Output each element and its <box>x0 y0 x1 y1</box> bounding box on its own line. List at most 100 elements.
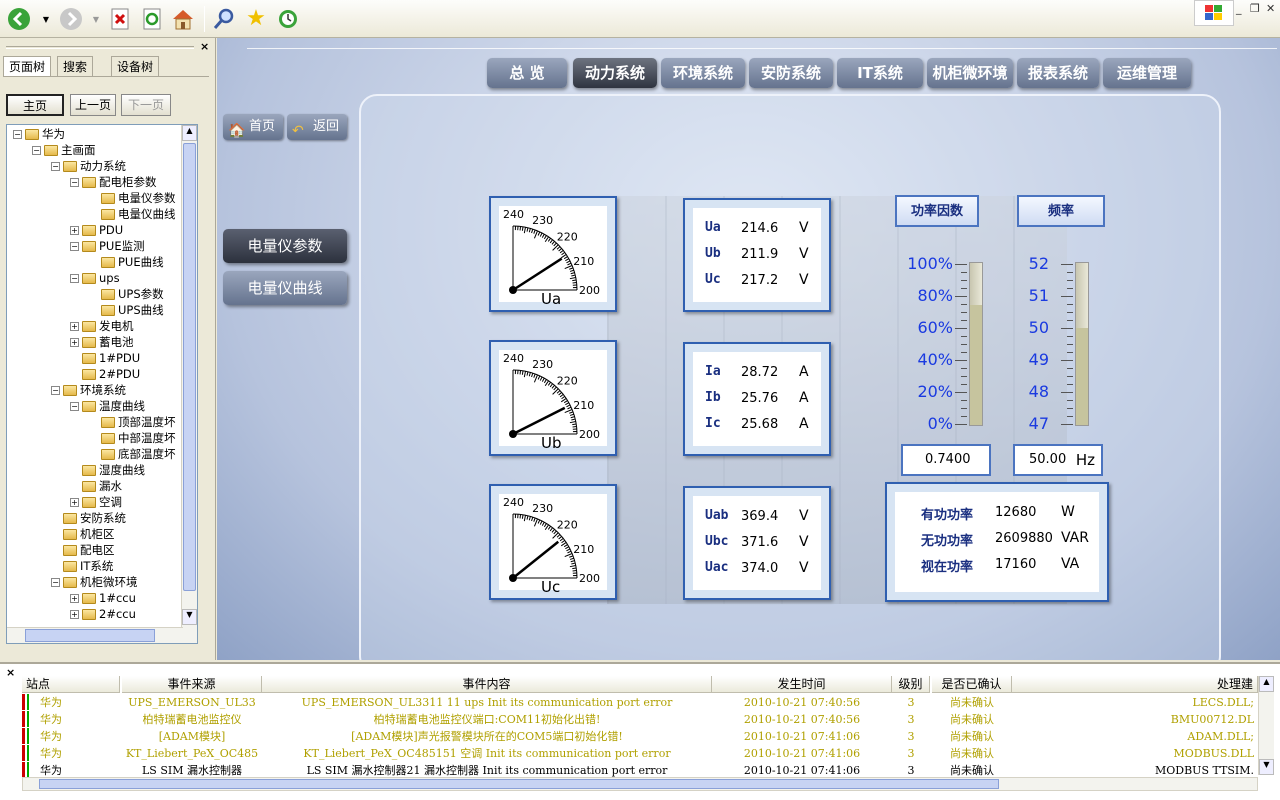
home-button[interactable]: 🏠 首页 <box>223 114 283 140</box>
tab-ops-management[interactable]: 运维管理 <box>1103 58 1191 88</box>
tree-expand-icon[interactable]: + <box>70 593 79 603</box>
tab-page-tree[interactable]: 页面树 <box>3 56 52 76</box>
frequency-button[interactable]: 频率 <box>1017 195 1105 227</box>
tree-node[interactable]: +1#ccu <box>70 590 136 606</box>
tree-node[interactable]: − ups <box>70 270 120 286</box>
tree-expand-icon[interactable]: − <box>32 145 41 155</box>
tree-expand-icon[interactable]: − <box>13 129 22 139</box>
close-icon[interactable]: ✕ <box>1266 2 1275 15</box>
tree-node[interactable]: − 温度曲线 <box>70 398 145 414</box>
event-column-header[interactable]: 事件来源 <box>122 676 262 693</box>
tree-expand-icon[interactable]: + <box>70 225 79 235</box>
tree-expand-icon[interactable]: + <box>70 337 79 347</box>
event-column-header[interactable]: 处理建 <box>1012 676 1258 693</box>
back-button[interactable]: ↶ 返回 <box>287 114 347 140</box>
tree-node-label: 顶部温度坏 <box>118 415 176 429</box>
panel-close-icon[interactable]: × <box>200 40 209 53</box>
event-vertical-scrollbar[interactable]: ▲ ▼ <box>1258 676 1274 775</box>
event-column-header[interactable]: 是否已确认 <box>932 676 1012 693</box>
home-page-button[interactable]: 主页 <box>6 94 64 116</box>
tree-horizontal-scrollbar[interactable] <box>7 627 183 643</box>
tree-expand-icon[interactable]: − <box>70 177 79 187</box>
tree-expand-icon[interactable]: − <box>51 385 60 395</box>
event-log-close-icon[interactable]: × <box>6 666 15 679</box>
tree-node[interactable]: + 空调 <box>70 494 122 510</box>
stop-icon[interactable] <box>107 6 133 32</box>
back-dropdown-icon[interactable]: ▼ <box>40 6 52 32</box>
tab-report-system[interactable]: 报表系统 <box>1017 58 1099 88</box>
search-icon[interactable] <box>211 6 237 32</box>
tab-environment-system[interactable]: 环境系统 <box>661 58 745 88</box>
tree-node[interactable]: − 动力系统 <box>51 158 126 174</box>
tree-expand-icon[interactable]: − <box>51 577 60 587</box>
home-icon[interactable] <box>170 6 196 32</box>
tree-expand-icon[interactable]: + <box>70 497 79 507</box>
forward-dropdown-icon[interactable]: ▼ <box>90 6 102 32</box>
refresh-icon[interactable] <box>139 6 165 32</box>
tab-search[interactable]: 搜索 <box>57 56 94 76</box>
tree-node[interactable]: + 发电机 <box>70 318 134 334</box>
tab-device-tree[interactable]: 设备树 <box>111 56 160 76</box>
tree-node[interactable]: 1#PDU <box>70 350 140 366</box>
tree-node[interactable]: UPS参数 <box>89 286 164 302</box>
side-nav-meter-params[interactable]: 电量仪参数 <box>223 229 347 263</box>
event-column-header[interactable]: 发生时间 <box>712 676 892 693</box>
tree-node[interactable]: IT系统 <box>51 558 113 574</box>
prev-page-button[interactable]: 上一页 <box>70 94 116 116</box>
tree-vertical-scrollbar[interactable]: ▲ ▼ <box>181 125 197 643</box>
event-row[interactable]: 华为 柏特瑞蓄电池监控仪 柏特瑞蓄电池监控仪端口:COM11初始化出错! 2010-1… <box>22 711 1258 728</box>
event-cell-site: 华为 <box>40 696 62 709</box>
event-column-header[interactable]: 事件内容 <box>262 676 712 693</box>
tree-node[interactable]: 电量仪参数 <box>89 190 176 206</box>
tree-node[interactable]: 底部温度坏 <box>89 446 176 462</box>
tree-node[interactable]: − 配电柜参数 <box>70 174 157 190</box>
restore-icon[interactable]: ❐ <box>1250 2 1260 15</box>
tree-node[interactable]: − 环境系统 <box>51 382 126 398</box>
tree-node-label: 主画面 <box>61 143 96 157</box>
power-factor-button[interactable]: 功率因数 <box>895 195 979 227</box>
tab-it-system[interactable]: IT系统 <box>837 58 923 88</box>
tab-cabinet-microenv[interactable]: 机柜微环境 <box>927 58 1013 88</box>
tree-node[interactable]: + 蓄电池 <box>70 334 134 350</box>
tree-node[interactable]: 顶部温度坏 <box>89 414 176 430</box>
tree-node[interactable]: − 机柜微环境 <box>51 574 138 590</box>
tree-expand-icon[interactable]: − <box>70 401 79 411</box>
tree-node[interactable]: 漏水 <box>70 478 122 494</box>
event-horizontal-scrollbar[interactable] <box>22 777 1258 791</box>
tree-node[interactable]: 湿度曲线 <box>70 462 145 478</box>
tree-node[interactable]: 中部温度坏 <box>89 430 176 446</box>
tree-node[interactable]: +2#ccu <box>70 606 136 622</box>
history-icon[interactable] <box>275 6 301 32</box>
event-row[interactable]: 华为 UPS_EMERSON_UL33 UPS_EMERSON_UL3311 11 … <box>22 694 1258 711</box>
tree-node[interactable]: − PUE监测 <box>70 238 145 254</box>
tree-node[interactable]: 配电区 <box>51 542 115 558</box>
event-row[interactable]: 华为 [ADAM模块] [ADAM模块]声光报警模块所在的COM5端口初始化错! 20… <box>22 728 1258 745</box>
tree-node[interactable]: 机柜区 <box>51 526 115 542</box>
tree-expand-icon[interactable]: − <box>70 273 79 283</box>
tree-node[interactable]: − 华为 <box>13 126 65 142</box>
minimize-icon[interactable]: _ <box>1236 2 1242 15</box>
tree-node[interactable]: UPS曲线 <box>89 302 164 318</box>
next-page-button[interactable]: 下一页 <box>121 94 171 116</box>
tree-node[interactable]: 电量仪曲线 <box>89 206 176 222</box>
tree-node[interactable]: 2#PDU <box>70 366 140 382</box>
tree-expand-icon[interactable]: + <box>70 609 79 619</box>
tree-expand-icon[interactable]: − <box>70 241 79 251</box>
tree-node[interactable]: PUE曲线 <box>89 254 164 270</box>
forward-arrow-icon[interactable] <box>58 6 84 32</box>
tab-overview[interactable]: 总 览 <box>487 58 567 88</box>
tree-node[interactable]: − 主画面 <box>32 142 96 158</box>
tab-power-system[interactable]: 动力系统 <box>573 58 657 88</box>
event-cell-level: 3 <box>907 696 915 709</box>
tree-node[interactable]: 安防系统 <box>51 510 126 526</box>
back-arrow-icon[interactable] <box>6 6 32 32</box>
side-nav-meter-curve[interactable]: 电量仪曲线 <box>223 271 347 305</box>
tab-security-system[interactable]: 安防系统 <box>749 58 833 88</box>
event-column-header[interactable]: 站点 <box>22 676 120 693</box>
event-row[interactable]: 华为 KT_Liebert_PeX_OC485 KT_Liebert_PeX_OC4… <box>22 745 1258 762</box>
tree-expand-icon[interactable]: − <box>51 161 60 171</box>
tree-node[interactable]: + PDU <box>70 222 123 238</box>
event-column-header[interactable]: 级别 <box>892 676 930 693</box>
favorites-star-icon[interactable]: ★ <box>243 6 269 32</box>
tree-expand-icon[interactable]: + <box>70 321 79 331</box>
